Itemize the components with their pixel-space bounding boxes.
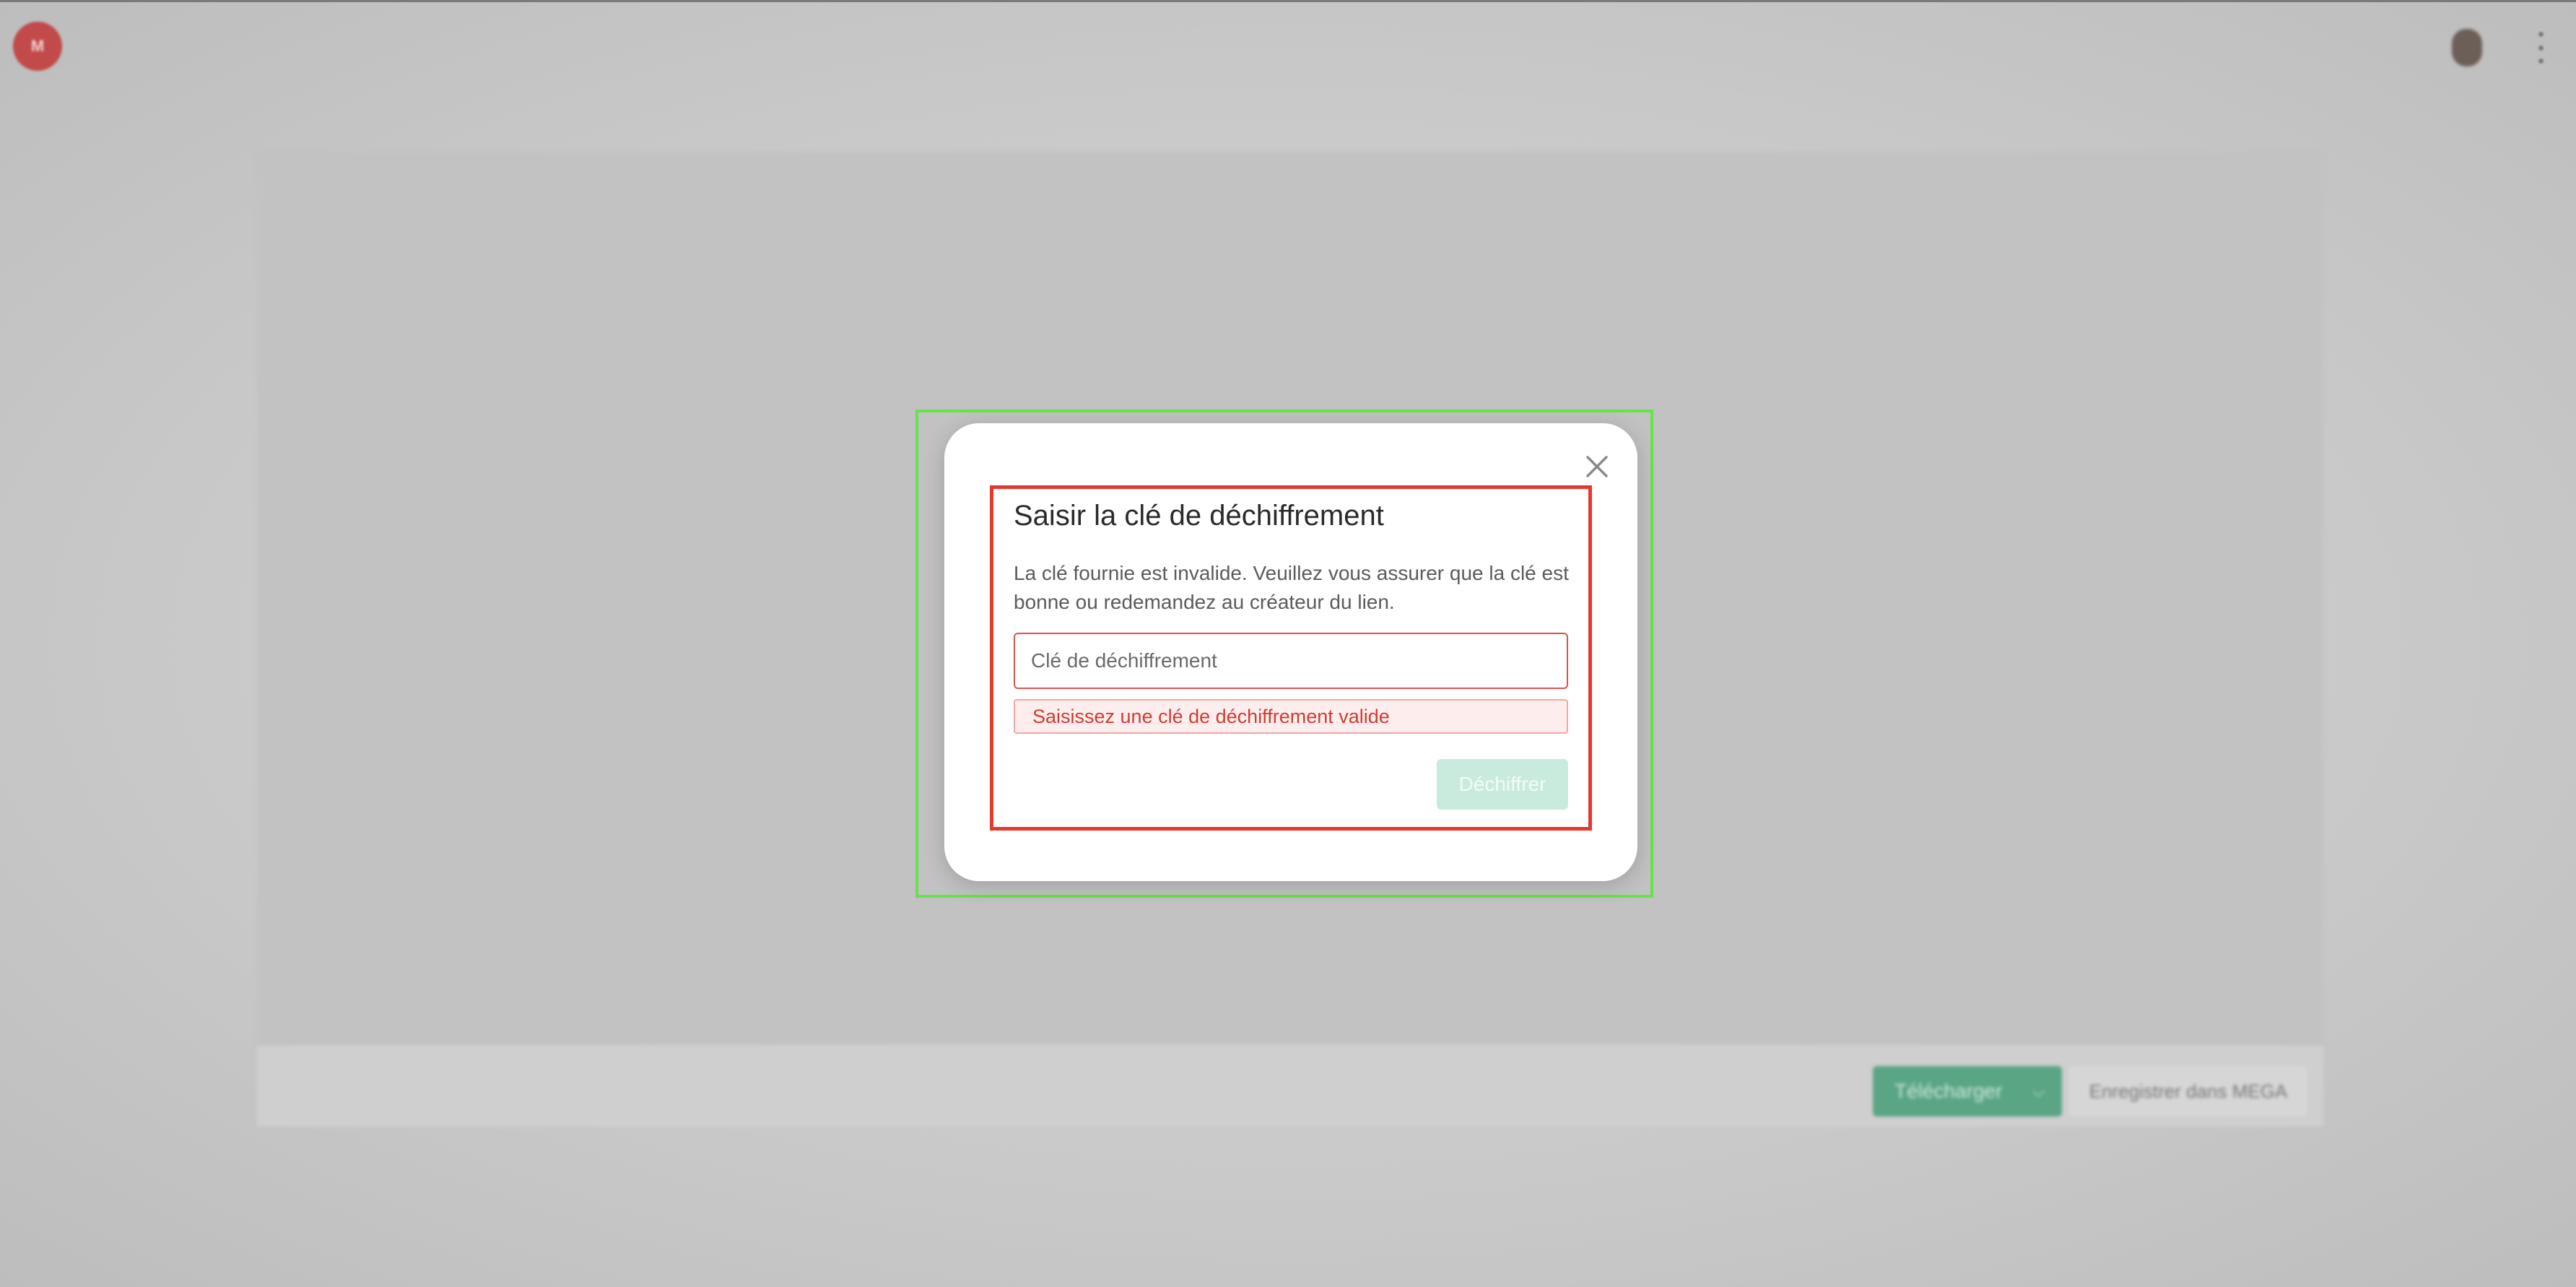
dialog-title: Saisir la clé de déchiffrement (1014, 500, 1384, 532)
dialog-message: La clé fournie est invalide. Veuillez vo… (1014, 562, 1569, 613)
avatar[interactable] (2452, 29, 2482, 66)
logo-text: M (30, 37, 45, 55)
close-icon[interactable] (1584, 454, 1610, 480)
error-message: Saisissez une clé de déchiffrement valid… (1014, 699, 1568, 734)
download-button-label: Télécharger (1894, 1080, 2003, 1102)
save-to-mega-button[interactable]: Enregistrer dans MEGA (2069, 1066, 2307, 1117)
decryption-key-input[interactable] (1014, 633, 1568, 689)
window-top-border (0, 0, 2576, 2)
mega-logo-icon[interactable]: M (13, 22, 62, 71)
download-button[interactable]: Télécharger ⌵ (1873, 1066, 2062, 1117)
decrypt-button[interactable]: Déchiffrer (1437, 759, 1568, 810)
chevron-down-icon[interactable]: ⌵ (2032, 1082, 2045, 1101)
kebab-menu-icon[interactable] (2537, 32, 2544, 64)
